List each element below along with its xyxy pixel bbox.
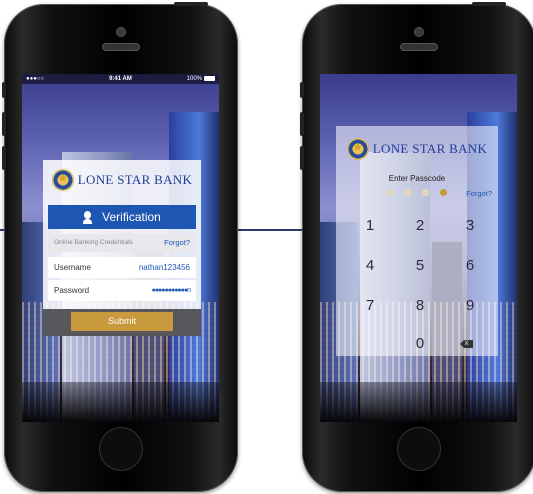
backspace-icon[interactable]: X bbox=[460, 340, 473, 348]
key-5[interactable]: 5 bbox=[400, 254, 440, 278]
passcode-dot bbox=[404, 189, 411, 196]
status-bar: ●●●○○ 9:41 AM 100% bbox=[22, 74, 219, 84]
home-button bbox=[100, 428, 142, 470]
key-7[interactable]: 7 bbox=[350, 294, 390, 318]
star-seal-icon bbox=[346, 138, 369, 160]
tree-line bbox=[320, 382, 517, 422]
key-3[interactable]: 3 bbox=[450, 214, 490, 238]
volume-down-button bbox=[2, 146, 6, 170]
battery-percent: 100% bbox=[186, 76, 202, 82]
mute-switch bbox=[2, 82, 6, 98]
login-card: LONE STAR BANK Verification Online Banki… bbox=[43, 160, 201, 336]
key-9[interactable]: 9 bbox=[450, 294, 490, 318]
password-label: Password bbox=[54, 286, 90, 295]
forgot-link[interactable]: Forgot? bbox=[164, 234, 190, 252]
passcode-dot bbox=[386, 189, 393, 196]
front-camera bbox=[415, 28, 423, 36]
submit-bar: Submit bbox=[43, 309, 201, 336]
bank-logo: LONE STAR BANK bbox=[43, 166, 201, 194]
volume-down-button bbox=[300, 146, 304, 170]
login-screen: ●●●○○ 9:41 AM 100% LONE STAR BANK Verifi… bbox=[22, 74, 219, 422]
password-field[interactable]: Password ●●●●●●●●●●●n bbox=[48, 280, 196, 301]
phone-frame-passcode: LONE STAR BANK Enter Passcode Forgot? 1 … bbox=[300, 2, 533, 492]
user-icon bbox=[83, 210, 93, 224]
verification-label: Verification bbox=[102, 210, 161, 224]
passcode-dot-filled bbox=[440, 189, 447, 196]
phone-frame-login: ●●●○○ 9:41 AM 100% LONE STAR BANK Verifi… bbox=[2, 2, 238, 492]
battery-indicator: 100% bbox=[187, 74, 215, 84]
username-field[interactable]: Username nathan123456 bbox=[48, 257, 196, 278]
power-button bbox=[472, 2, 506, 6]
home-button bbox=[398, 428, 440, 470]
verification-header: Verification bbox=[48, 205, 196, 229]
bank-name: LONE STAR BANK bbox=[372, 141, 488, 156]
key-6[interactable]: 6 bbox=[450, 254, 490, 278]
tree-line bbox=[22, 382, 219, 422]
volume-up-button bbox=[300, 112, 304, 136]
key-1[interactable]: 1 bbox=[350, 214, 390, 238]
mute-switch bbox=[300, 82, 304, 98]
battery-icon bbox=[204, 76, 215, 81]
passcode-dot bbox=[422, 189, 429, 196]
power-button bbox=[174, 2, 208, 6]
credentials-row: Online Banking Credentials Forgot? bbox=[48, 234, 196, 252]
password-input[interactable]: ●●●●●●●●●●●n bbox=[152, 280, 191, 301]
key-0[interactable]: 0 bbox=[400, 332, 440, 356]
key-4[interactable]: 4 bbox=[350, 254, 390, 278]
key-8[interactable]: 8 bbox=[400, 294, 440, 318]
front-camera bbox=[117, 28, 125, 36]
forgot-passcode-link[interactable]: Forgot? bbox=[466, 189, 492, 198]
star-seal-icon bbox=[51, 169, 74, 191]
passcode-screen: LONE STAR BANK Enter Passcode Forgot? 1 … bbox=[320, 74, 517, 422]
submit-button[interactable]: Submit bbox=[71, 312, 173, 331]
passcode-card: LONE STAR BANK Enter Passcode Forgot? 1 … bbox=[336, 126, 498, 356]
bank-name: LONE STAR BANK bbox=[77, 172, 193, 187]
earpiece-speaker bbox=[103, 44, 139, 50]
bank-logo: LONE STAR BANK bbox=[336, 136, 498, 162]
passcode-dots bbox=[386, 189, 447, 197]
username-input[interactable]: nathan123456 bbox=[139, 257, 190, 278]
earpiece-speaker bbox=[401, 44, 437, 50]
volume-up-button bbox=[2, 112, 6, 136]
key-2[interactable]: 2 bbox=[400, 214, 440, 238]
credentials-label: Online Banking Credentials bbox=[54, 239, 133, 246]
passcode-title: Enter Passcode bbox=[388, 174, 446, 183]
username-label: Username bbox=[54, 263, 91, 272]
